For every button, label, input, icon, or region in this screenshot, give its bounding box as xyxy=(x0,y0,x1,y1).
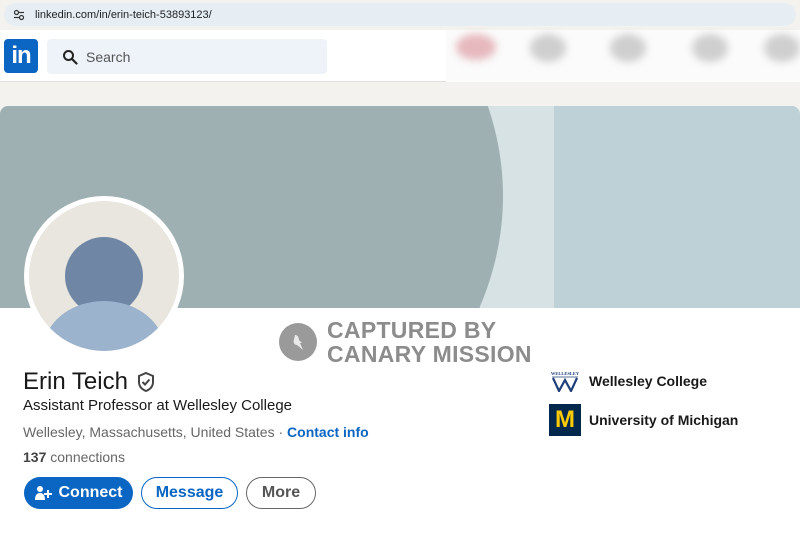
bird-icon xyxy=(279,323,317,361)
nav-icon-5[interactable] xyxy=(764,34,800,62)
search-icon xyxy=(63,49,78,65)
connections-number: 137 xyxy=(23,449,47,465)
avatar-placeholder-body xyxy=(43,301,165,351)
connect-label: Connect xyxy=(58,484,123,501)
search-input[interactable]: Search xyxy=(47,39,327,74)
contact-info-link[interactable]: Contact info xyxy=(287,424,369,440)
browser-toolbar: linkedin.com/in/erin-teich-53893123/ xyxy=(0,0,800,30)
wellesley-logo: WELLESLEY xyxy=(549,370,581,392)
profile-card: CAPTURED BY CANARY MISSION Erin Teich As… xyxy=(0,106,800,533)
message-label: Message xyxy=(155,484,224,501)
more-label: More xyxy=(261,484,301,501)
nav-icon-4[interactable] xyxy=(692,34,728,62)
michigan-logo: M xyxy=(549,404,581,436)
education-name-michigan: University of Michigan xyxy=(589,412,739,428)
michigan-logo-text: M xyxy=(555,406,575,433)
canary-mission-watermark: CAPTURED BY CANARY MISSION xyxy=(279,318,532,366)
education-name-wellesley: Wellesley College xyxy=(589,373,708,389)
education-item-wellesley[interactable]: WELLESLEY Wellesley College xyxy=(549,370,707,392)
watermark-line-2: CANARY MISSION xyxy=(327,341,532,367)
nav-icon-3[interactable] xyxy=(610,34,646,62)
url-text: linkedin.com/in/erin-teich-53893123/ xyxy=(35,8,212,21)
education-item-michigan[interactable]: M University of Michigan xyxy=(549,404,738,436)
connect-button[interactable]: Connect xyxy=(24,477,133,509)
linkedin-logo[interactable]: in xyxy=(4,39,38,73)
verified-shield-icon[interactable] xyxy=(136,371,156,393)
profile-location: Wellesley, Massachusetts, United States xyxy=(23,424,275,440)
watermark-line-1: CAPTURED BY xyxy=(327,317,497,343)
profile-name-text: Erin Teich xyxy=(23,368,128,395)
profile-location-line: Wellesley, Massachusetts, United States … xyxy=(23,424,369,440)
site-settings-icon[interactable] xyxy=(13,9,31,21)
nav-icon-1[interactable] xyxy=(456,34,496,60)
avatar[interactable] xyxy=(29,201,179,351)
blurred-nav-icons xyxy=(446,30,800,82)
add-person-icon xyxy=(34,486,52,500)
connections-count[interactable]: 137 connections xyxy=(23,449,125,465)
nav-icon-2[interactable] xyxy=(530,34,566,62)
location-separator: · xyxy=(274,424,288,440)
address-bar[interactable]: linkedin.com/in/erin-teich-53893123/ xyxy=(4,3,796,26)
profile-name: Erin Teich xyxy=(23,368,156,396)
search-placeholder: Search xyxy=(86,48,131,65)
connections-label: connections xyxy=(46,449,125,465)
wellesley-logo-text: WELLESLEY xyxy=(551,371,580,376)
profile-headline: Assistant Professor at Wellesley College xyxy=(23,397,293,414)
logo-text: in xyxy=(11,42,31,69)
more-button[interactable]: More xyxy=(246,477,316,509)
message-button[interactable]: Message xyxy=(141,477,238,509)
